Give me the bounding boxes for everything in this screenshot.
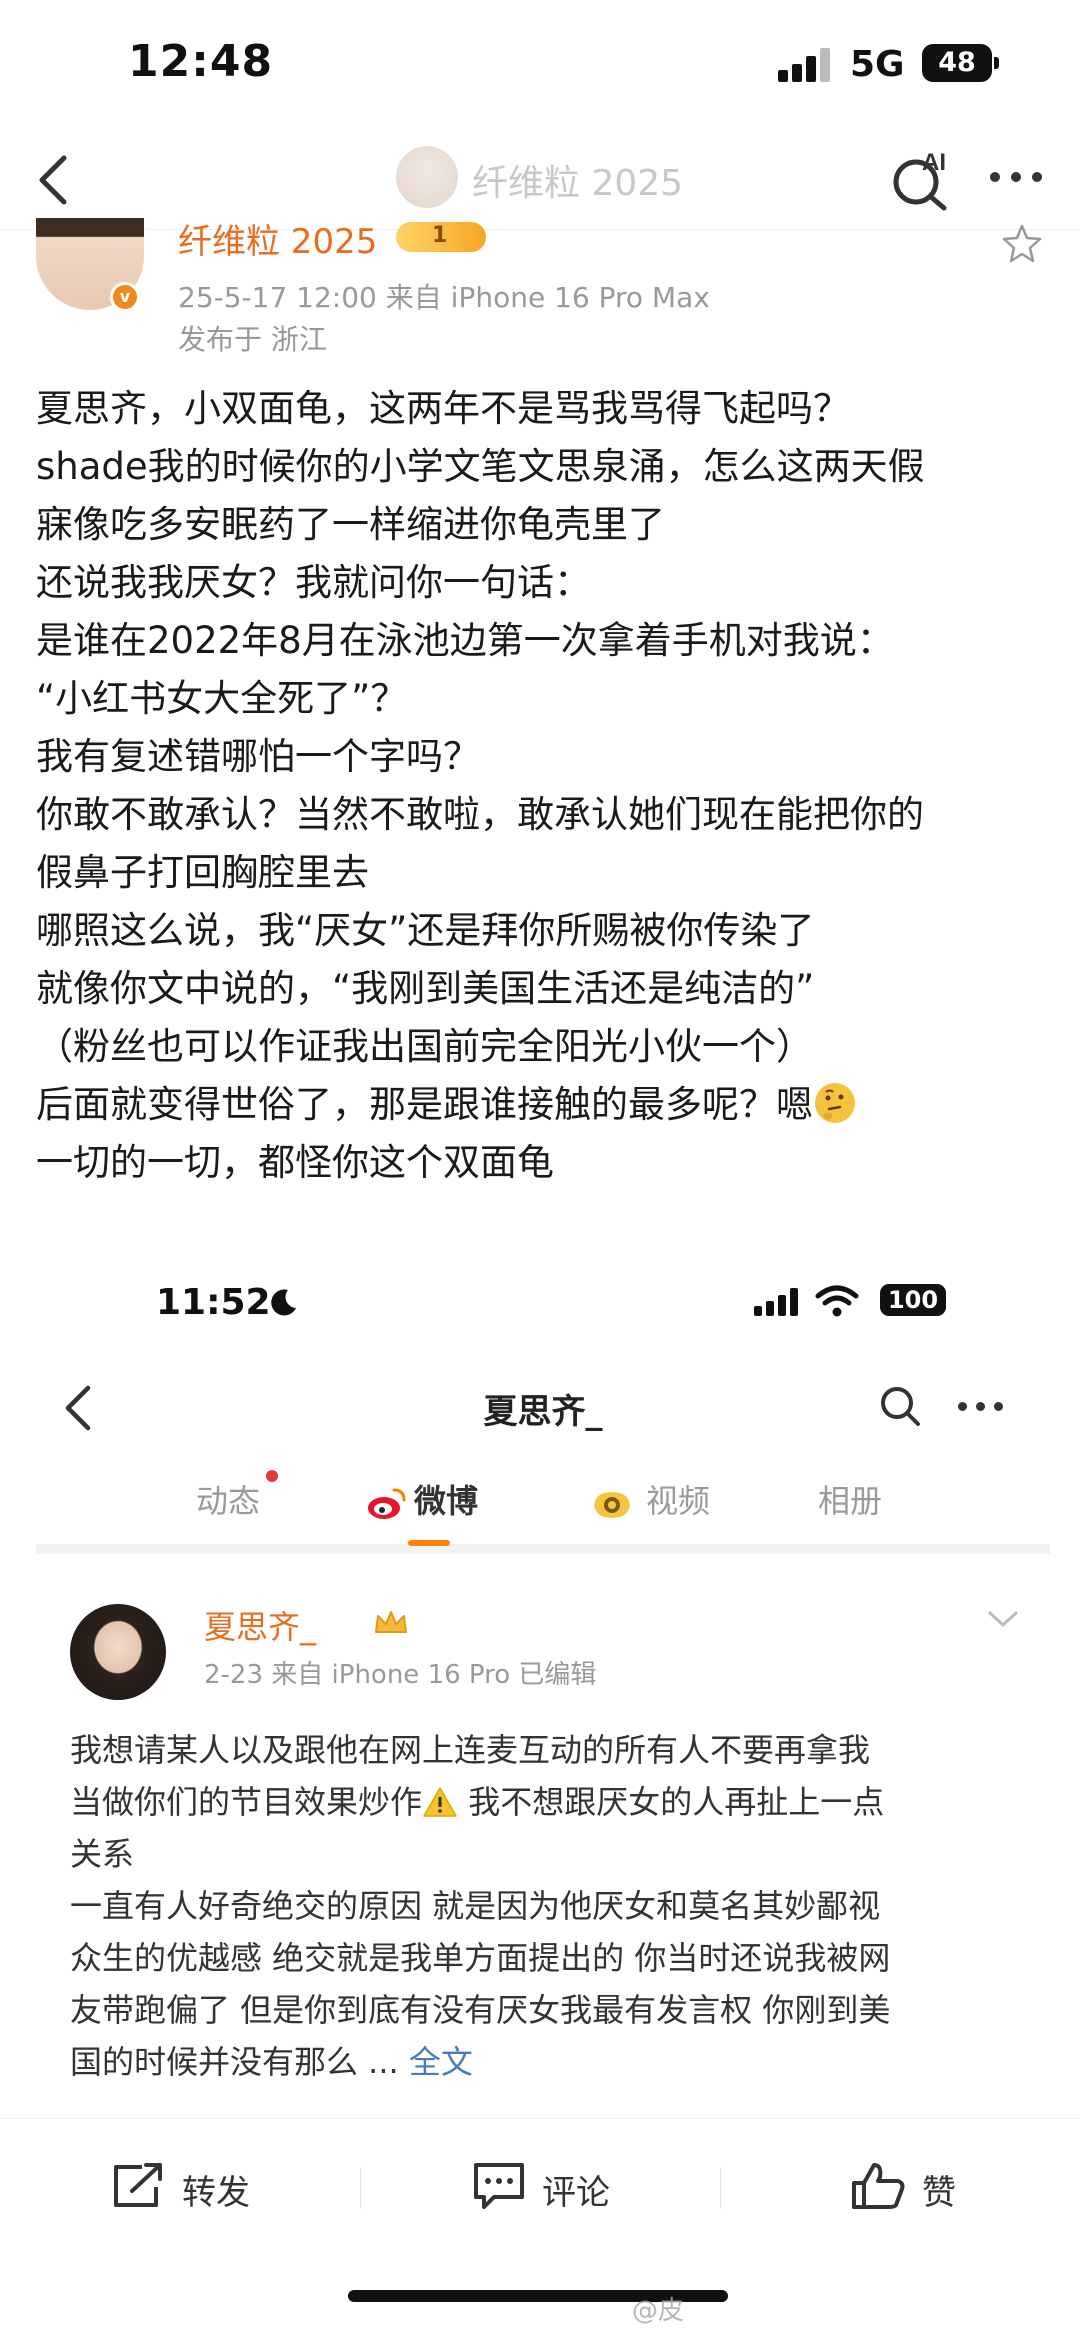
embedded-post-meta: 2-23 来自 iPhone 16 Pro 已编辑 bbox=[204, 1660, 597, 1690]
wifi-icon bbox=[815, 1285, 859, 1317]
action-bar: 转发 评论 赞 bbox=[0, 2118, 1080, 2248]
star-icon bbox=[1002, 224, 1042, 263]
embedded-tabs: 动态 微博 视频 相册 bbox=[36, 1458, 1050, 1554]
embedded-line-with-warning: 当做你们的节目效果炒作 我不想跟厌女的人再扯上一点 bbox=[70, 1776, 1030, 1828]
post-location: 发布于 浙江 bbox=[178, 323, 327, 356]
embedded-line: 一直有人好奇绝交的原因 就是因为他厌女和莫名其妙鄙视 bbox=[70, 1887, 881, 1925]
tab-album: 相册 bbox=[818, 1482, 883, 1520]
nav-title: 纤维粒 2025 bbox=[472, 163, 684, 204]
chevron-down-icon bbox=[988, 1611, 1018, 1628]
author-name[interactable]: 纤维粒 2025 bbox=[178, 214, 377, 263]
embedded-full-text-link: 全文 bbox=[408, 2043, 473, 2081]
embedded-line: 友带跑偏了 但是你到底有没有厌女我最有发言权 你刚到美 bbox=[70, 1991, 891, 2029]
embedded-line-text: 我不想跟厌女的人再扯上一点 bbox=[468, 1783, 885, 1821]
embedded-line-last: 国的时候并没有那么 ... 全文 bbox=[70, 2036, 1030, 2088]
embedded-signal-icon bbox=[754, 1288, 800, 1316]
post-line: 寐像吃多安眠药了一样缩进你龟壳里了 bbox=[36, 503, 665, 546]
post-line: 夏思齐，小双面龟，这两年不是骂我骂得飞起吗？ bbox=[36, 387, 850, 430]
vip-badge: 1 bbox=[396, 222, 486, 252]
warning-icon bbox=[423, 1787, 457, 1817]
post-line: 我有复述错哪怕一个字吗？ bbox=[36, 735, 480, 778]
embedded-screenshot[interactable]: 11:52 100 夏思齐_ 动态 微博 视频 相册 夏思齐_ 2-23 来自 … bbox=[36, 1246, 1050, 2106]
video-icon bbox=[594, 1492, 630, 1518]
battery-icon: 48 bbox=[922, 44, 992, 82]
tab-video: 视频 bbox=[646, 1482, 711, 1520]
comment-icon bbox=[474, 2163, 524, 2209]
post-line: 你敢不敢承认？当然不敢啦，敢承认她们现在能把你的 bbox=[36, 793, 924, 836]
embedded-search-icon bbox=[881, 1387, 920, 1426]
network-type: 5G bbox=[850, 44, 905, 85]
tab-notification-dot bbox=[266, 1470, 278, 1482]
like-label: 赞 bbox=[922, 2173, 956, 2213]
post-line: “小红书女大全死了”？ bbox=[36, 677, 408, 720]
post-line: 一切的一切，都怪你这个双面龟 bbox=[36, 1141, 554, 1184]
post-line: （粉丝也可以作证我出国前完全阳光小伙一个） bbox=[36, 1025, 813, 1068]
post-line: 假鼻子打回胸腔里去 bbox=[36, 851, 369, 894]
post-line-text: 后面就变得世俗了，那是跟谁接触的最多呢？嗯 bbox=[36, 1083, 813, 1126]
thinking-face-icon bbox=[815, 1083, 855, 1123]
tab-weibo: 微博 bbox=[414, 1482, 479, 1520]
embedded-line: 我想请某人以及跟他在网上连麦互动的所有人不要再拿我 bbox=[70, 1731, 871, 1769]
post-line-with-emoji: 后面就变得世俗了，那是跟谁接触的最多呢？嗯 bbox=[36, 1076, 1056, 1134]
favorite-star-button[interactable] bbox=[1000, 222, 1044, 266]
ai-label: AI bbox=[922, 149, 946, 176]
comment-label: 评论 bbox=[542, 2173, 610, 2213]
more-button[interactable] bbox=[984, 156, 1050, 196]
embedded-post-body: 我想请某人以及跟他在网上连麦互动的所有人不要再拿我 当做你们的节目效果炒作 我不… bbox=[70, 1724, 1030, 2088]
embedded-author-avatar bbox=[70, 1604, 166, 1700]
chevron-left-icon bbox=[39, 155, 67, 205]
post-meta: 25-5-17 12:00 来自 iPhone 16 Pro Max bbox=[178, 281, 710, 314]
weibo-logo-icon bbox=[368, 1488, 406, 1519]
embedded-line: 关系 bbox=[70, 1835, 135, 1873]
divider bbox=[720, 2167, 721, 2209]
top-nav: 纤维粒 2025 AI bbox=[0, 130, 1080, 230]
verified-badge-icon: v bbox=[110, 282, 140, 312]
ai-search-icon: AI bbox=[893, 149, 947, 211]
post-line: 还说我我厌女？我就问你一句话： bbox=[36, 561, 591, 604]
repost-icon bbox=[114, 2163, 162, 2207]
divider bbox=[360, 2167, 361, 2209]
status-bar: 12:48 5G 48 bbox=[0, 0, 1080, 130]
embedded-battery-icon: 100 bbox=[880, 1284, 946, 1316]
ai-search-button[interactable]: AI bbox=[888, 146, 954, 212]
tab-active-underline bbox=[408, 1540, 450, 1546]
watermark: @皮 bbox=[632, 2296, 685, 2326]
status-time: 12:48 bbox=[128, 36, 274, 87]
back-button[interactable] bbox=[26, 150, 86, 210]
embedded-more-icon bbox=[956, 1400, 1006, 1414]
embedded-nav: 夏思齐_ bbox=[36, 1364, 1050, 1454]
post-line: shade我的时候你的小学文笔文思泉涌，怎么这两天假 bbox=[36, 445, 925, 488]
signal-icon bbox=[778, 48, 834, 82]
embedded-line-text: 国的时候并没有那么 ... bbox=[70, 2043, 399, 2081]
battery-tip bbox=[994, 57, 999, 69]
thumbs-up-icon bbox=[852, 2163, 905, 2209]
embedded-line-text: 当做你们的节目效果炒作 bbox=[70, 1783, 423, 1821]
embedded-status-time: 11:52 bbox=[156, 1282, 271, 1323]
vip-level: 1 bbox=[432, 223, 448, 248]
post-line: 就像你文中说的，“我刚到美国生活还是纯洁的” bbox=[36, 967, 815, 1010]
embedded-line: 众生的优越感 绝交就是我单方面提出的 你当时还说我被网 bbox=[70, 1939, 891, 1977]
nav-avatar[interactable] bbox=[396, 146, 458, 208]
repost-label: 转发 bbox=[182, 2173, 250, 2213]
post-line: 哪照这么说，我“厌女”还是拜你所赐被你传染了 bbox=[36, 909, 815, 952]
post-body: 夏思齐，小双面龟，这两年不是骂我骂得飞起吗？ shade我的时候你的小学文笔文思… bbox=[36, 380, 1056, 1192]
embedded-author-name: 夏思齐_ bbox=[204, 1608, 317, 1646]
tab-dynamics: 动态 bbox=[196, 1482, 261, 1520]
crown-badge-icon bbox=[375, 1611, 407, 1633]
moon-icon bbox=[271, 1289, 296, 1316]
post-line: 是谁在2022年8月在泳池边第一次拿着手机对我说： bbox=[36, 619, 894, 662]
